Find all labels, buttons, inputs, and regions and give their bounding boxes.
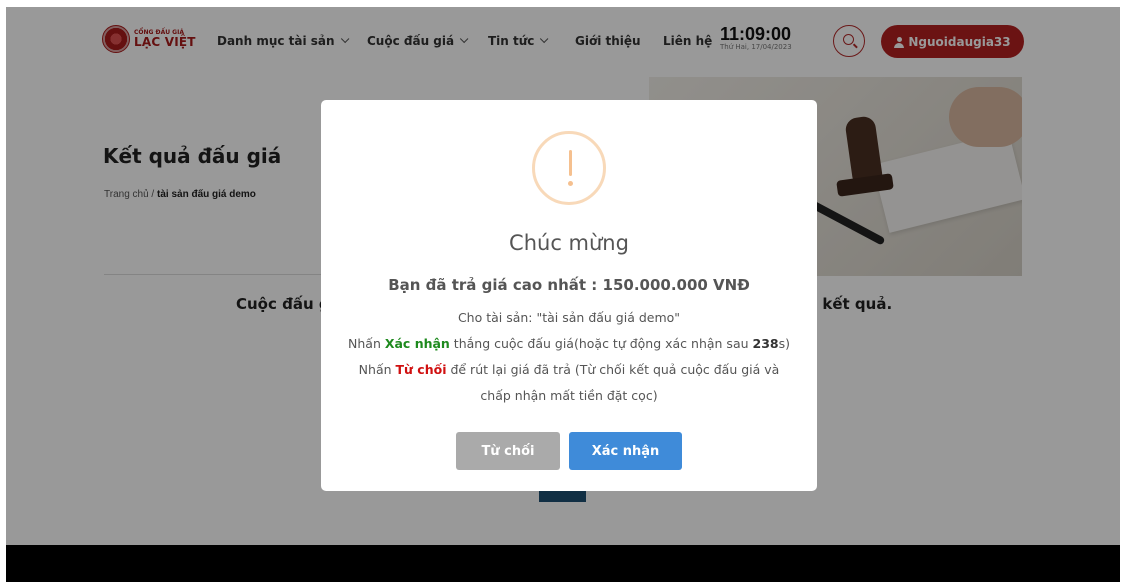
- modal-confirm-hint: Nhấn Xác nhận thắng cuộc đấu giá(hoặc tự…: [348, 336, 790, 351]
- modal-reject-hint-line2: chấp nhận mất tiền đặt cọc): [480, 388, 658, 403]
- exclamation-icon: [532, 131, 606, 205]
- modal-asset: Cho tài sản: "tài sản đấu giá demo": [457, 310, 681, 325]
- modal-reject-hint: Nhấn Từ chối để rút lại giá đã trả (Từ c…: [358, 362, 780, 377]
- modal-title: Chúc mừng: [509, 231, 629, 255]
- confirm-button[interactable]: Xác nhận: [569, 432, 682, 470]
- result-modal: Chúc mừng Bạn đã trả giá cao nhất : 150.…: [321, 100, 817, 491]
- reject-word: Từ chối: [395, 362, 447, 377]
- reject-button[interactable]: Từ chối: [456, 432, 560, 470]
- countdown: 238: [752, 336, 779, 351]
- modal-highest-bid: Bạn đã trả giá cao nhất : 150.000.000 VN…: [388, 276, 750, 294]
- confirm-word: Xác nhận: [384, 336, 450, 351]
